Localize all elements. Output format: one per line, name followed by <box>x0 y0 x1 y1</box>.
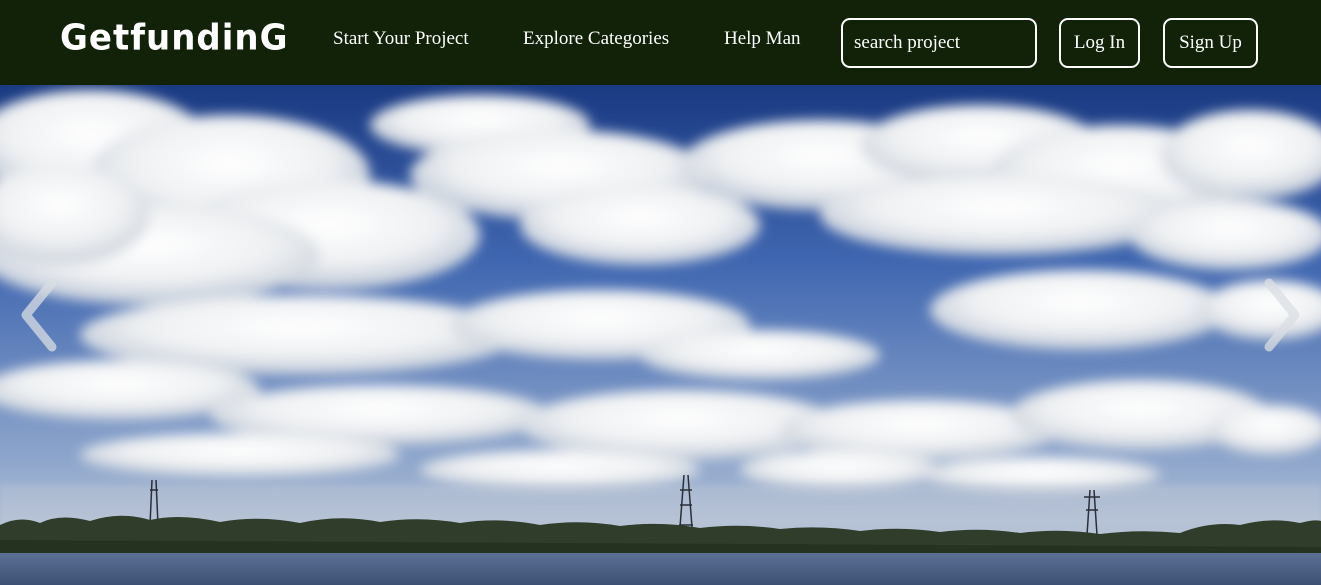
hero-carousel <box>0 85 1321 585</box>
nav-link-start-project[interactable]: Start Your Project <box>333 28 469 50</box>
navbar: GetfundinG Start Your Project Explore Ca… <box>0 0 1321 85</box>
search-input[interactable] <box>841 18 1037 68</box>
nav-link-explore-categories[interactable]: Explore Categories <box>523 28 669 50</box>
hero-slide-image <box>0 85 1321 585</box>
page: GetfundinG Start Your Project Explore Ca… <box>0 0 1321 585</box>
signup-button[interactable]: Sign Up <box>1163 18 1258 68</box>
login-button[interactable]: Log In <box>1059 18 1140 68</box>
nav-link-help[interactable]: Help Man <box>724 28 801 50</box>
carousel-prev-icon[interactable] <box>10 275 70 355</box>
brand-logo[interactable]: GetfundinG <box>60 15 289 61</box>
carousel-next-icon[interactable] <box>1251 275 1311 355</box>
